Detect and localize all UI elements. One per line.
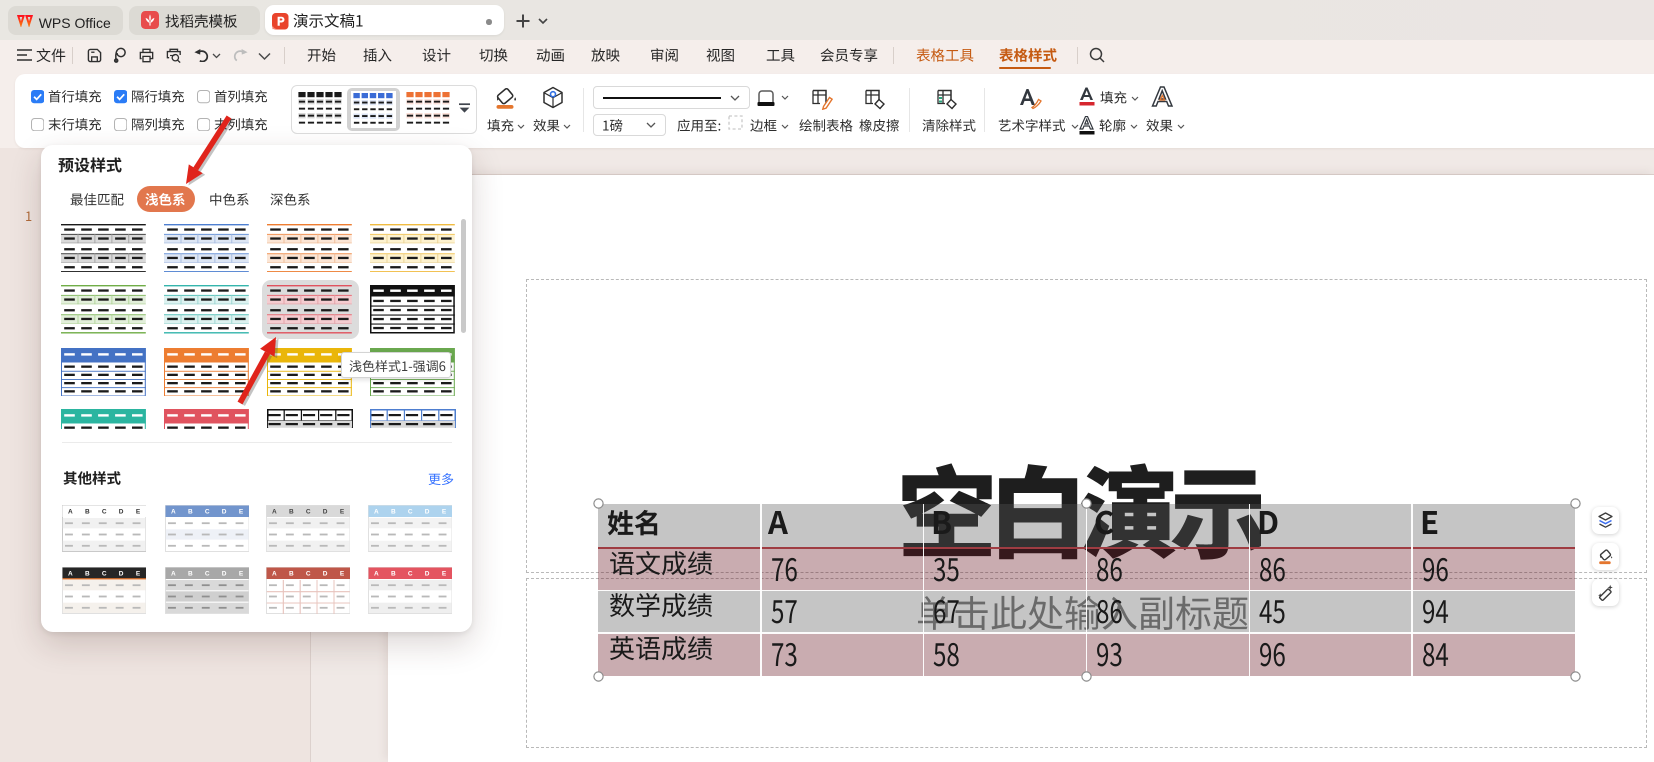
svg-text:C: C [204,508,209,515]
svg-text:D: D [323,508,328,515]
svg-text:B: B [289,508,294,515]
svg-text:B: B [187,508,192,515]
svg-text:D: D [323,571,328,578]
svg-text:A: A [171,508,176,515]
svg-text:E: E [340,508,345,515]
svg-text:D: D [118,571,123,578]
svg-text:E: E [238,508,243,515]
svg-text:E: E [238,571,243,578]
svg-text:E: E [340,571,345,578]
svg-text:B: B [187,571,192,578]
svg-text:C: C [306,571,311,578]
svg-text:B: B [391,508,396,515]
svg-text:A: A [272,508,277,515]
svg-text:C: C [408,508,413,515]
svg-text:C: C [101,571,106,578]
svg-text:E: E [135,571,140,578]
svg-text:C: C [306,508,311,515]
svg-text:D: D [118,508,123,515]
svg-text:E: E [442,571,447,578]
svg-text:A: A [68,508,73,515]
svg-text:B: B [391,571,396,578]
svg-text:A: A [171,571,176,578]
svg-text:D: D [221,571,226,578]
svg-text:A: A [374,571,379,578]
svg-text:C: C [101,508,106,515]
svg-text:B: B [84,508,89,515]
svg-text:D: D [424,571,429,578]
svg-text:A: A [272,571,277,578]
svg-text:C: C [204,571,209,578]
svg-text:A: A [68,571,73,578]
svg-text:E: E [135,508,140,515]
svg-text:A: A [374,508,379,515]
svg-text:B: B [84,571,89,578]
svg-text:B: B [289,571,294,578]
svg-text:D: D [424,508,429,515]
svg-text:C: C [408,571,413,578]
svg-text:E: E [442,508,447,515]
svg-text:D: D [221,508,226,515]
